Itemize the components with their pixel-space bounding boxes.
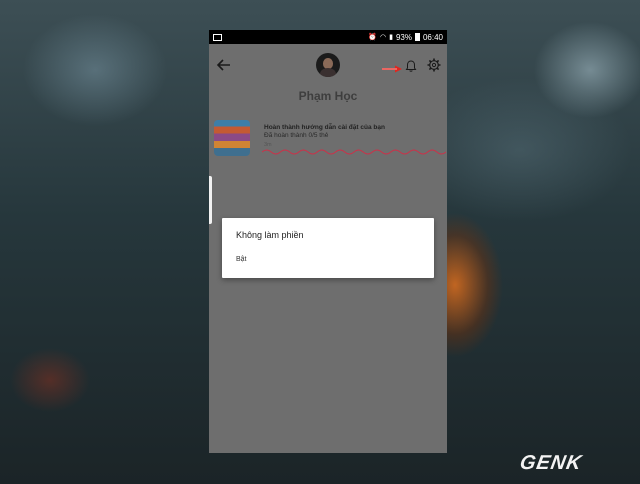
onboarding-task-card[interactable]: Hoàn thành hướng dẫn cài đặt của bạn Đã … — [214, 118, 446, 168]
phone-screen: ⏰ ◠ ▮ 93% 06:40 Phạm Học Hoàn thành hướn… — [209, 30, 447, 453]
task-thumbnail — [214, 120, 250, 156]
clock: 06:40 — [422, 32, 443, 42]
profile-name: Phạm Học — [298, 89, 358, 103]
signal-icon: ▮ — [389, 33, 393, 41]
alarm-icon: ⏰ — [368, 33, 377, 41]
do-not-disturb-dialog: Không làm phiền Bật — [222, 218, 434, 278]
battery-percent: 93% — [395, 32, 412, 42]
gear-icon[interactable] — [426, 57, 442, 73]
top-bar — [209, 44, 447, 86]
battery-icon — [414, 33, 420, 41]
genk-logo: GENK — [518, 452, 584, 474]
status-bar: ⏰ ◠ ▮ 93% 06:40 — [209, 30, 447, 44]
task-progress-text: Đã hoàn thành 0/5 thẻ — [264, 132, 329, 139]
avatar[interactable] — [316, 53, 340, 77]
scroll-handle[interactable] — [209, 176, 212, 224]
task-wave-divider — [262, 149, 446, 155]
status-right: ⏰ ◠ ▮ 93% 06:40 — [368, 33, 443, 42]
back-arrow-icon[interactable] — [215, 56, 233, 74]
wifi-icon: ◠ — [379, 33, 387, 41]
dialog-option-on[interactable]: Bật — [236, 256, 247, 263]
gallery-icon — [213, 33, 222, 41]
bell-icon[interactable] — [404, 59, 418, 73]
annotation-arrow-icon — [382, 65, 402, 73]
task-title: Hoàn thành hướng dẫn cài đặt của bạn — [264, 124, 385, 131]
avatar-shoulders — [320, 68, 336, 77]
dialog-title: Không làm phiền — [236, 230, 304, 240]
